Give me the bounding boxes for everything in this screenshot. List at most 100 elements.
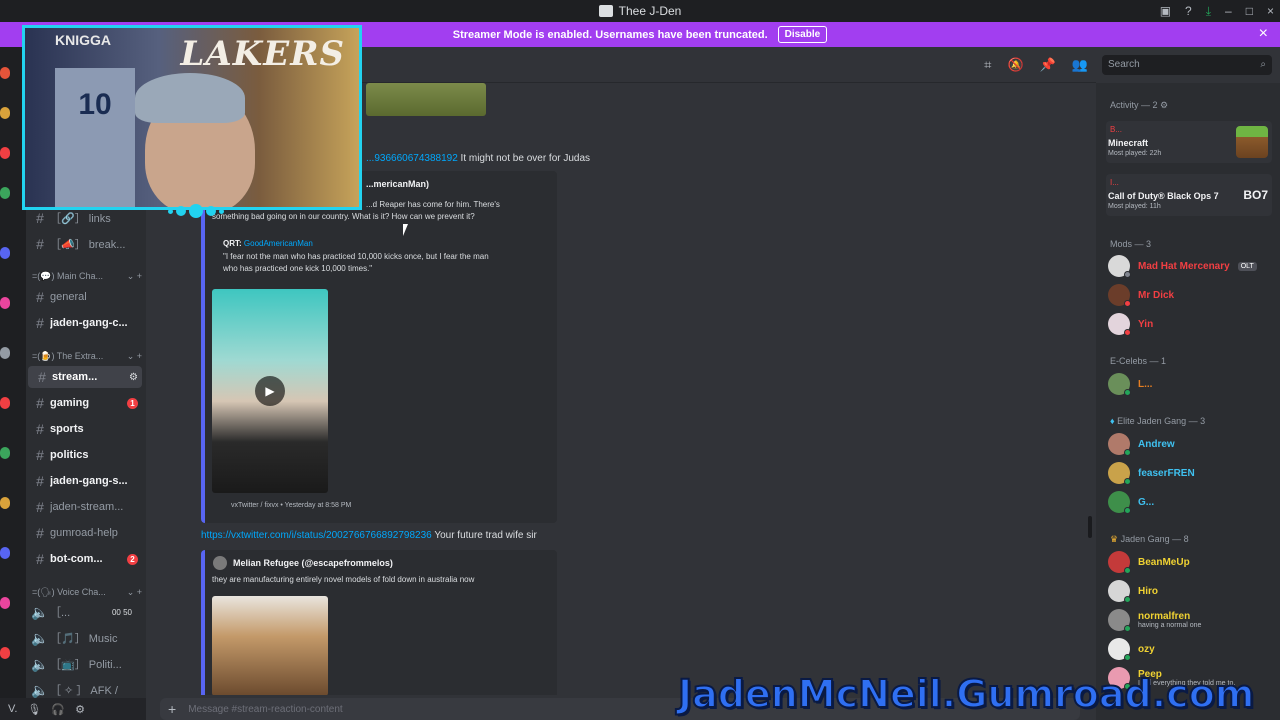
member-item[interactable]: Mr Dick <box>1108 282 1276 308</box>
server-icon[interactable] <box>0 597 10 609</box>
channel-stream-reaction[interactable]: # stream... ⚙ <box>28 366 142 388</box>
channel-general[interactable]: # general <box>26 286 146 308</box>
pinned-messages-icon[interactable]: 📌 <box>1040 57 1056 73</box>
message-link[interactable]: https://vxtwitter.com/i/status/200276676… <box>201 530 432 541</box>
member-list-icon[interactable]: 👥 <box>1072 57 1088 73</box>
quote-header: QRT: GoodAmericanMan <box>223 238 313 250</box>
channel-jaden-gang-c[interactable]: ●#jaden-gang-c... <box>26 312 146 334</box>
inbox-icon[interactable]: ▣ <box>1160 4 1171 18</box>
user-panel: V. 🎙 🎧 ⚙ <box>0 698 146 720</box>
search-input[interactable]: Search ⌕ <box>1102 55 1272 75</box>
activity-game: Call of Duty® Black Ops 7 <box>1108 191 1219 201</box>
add-channel-icon[interactable]: ⌄ + <box>127 271 142 282</box>
server-icon[interactable] <box>0 67 10 79</box>
video-thumbnail[interactable] <box>212 596 328 695</box>
user-settings-icon[interactable]: ⚙ <box>75 703 85 716</box>
gear-icon[interactable]: ⚙ <box>1160 100 1168 110</box>
add-attachment-icon[interactable]: + <box>168 701 176 717</box>
category-main-chat[interactable]: =(💬) Main Cha... ⌄ + <box>32 271 142 282</box>
server-icon[interactable] <box>0 187 10 199</box>
voice-channel[interactable]: 🔈 ［... 00 50 <box>26 601 146 623</box>
server-icon[interactable] <box>0 147 10 159</box>
help-icon[interactable]: ? <box>1185 4 1192 18</box>
server-icon[interactable] <box>0 447 10 459</box>
channel-sports[interactable]: ●#sports <box>26 418 146 440</box>
hash-icon: # <box>36 551 44 567</box>
server-icon[interactable] <box>0 397 10 409</box>
channel-politics[interactable]: ●#politics <box>26 444 146 466</box>
activity-card[interactable]: I... Call of Duty® Black Ops 7 Most play… <box>1106 174 1272 216</box>
channel-gaming[interactable]: ●#gaming1 <box>26 392 146 414</box>
hash-icon: # <box>36 315 44 331</box>
close-window-icon[interactable]: × <box>1267 4 1274 18</box>
message-link[interactable]: ...936660674388192 <box>366 153 458 164</box>
member-item[interactable]: L... <box>1108 371 1276 397</box>
jersey-text: KNIGGA <box>55 32 111 48</box>
server-icon[interactable] <box>0 647 10 659</box>
gumroad-overlay-text: JadenMcNeil.Gumroad.com <box>677 671 1255 717</box>
microphone-icon[interactable]: 🎙 <box>27 703 41 716</box>
activity-played: Most played: 11h <box>1108 203 1161 210</box>
server-icon[interactable] <box>0 107 10 119</box>
member-item[interactable]: Yin <box>1108 311 1276 337</box>
voice-channel-politics[interactable]: 🔈 ［📺］ Politi... <box>26 653 146 675</box>
hash-icon: # <box>36 236 44 252</box>
window-title-text: Thee J-Den <box>618 4 682 18</box>
member-item[interactable]: BeanMeUp <box>1108 549 1276 575</box>
server-icon[interactable] <box>0 547 10 559</box>
settings-gear-icon[interactable]: ⚙ <box>129 372 138 383</box>
member-item[interactable]: G... <box>1108 489 1276 515</box>
server-icon[interactable] <box>0 297 10 309</box>
close-banner-icon[interactable]: × <box>1259 25 1268 43</box>
embed-image[interactable] <box>366 83 486 116</box>
member-item[interactable]: Hiro <box>1108 578 1276 604</box>
channel-gumroad-help[interactable]: # gumroad-help <box>26 522 146 544</box>
notification-bell-icon[interactable]: 🔕 <box>1007 57 1023 73</box>
scrollbar[interactable] <box>1088 516 1092 538</box>
qrt-author-link[interactable]: GoodAmericanMan <box>244 239 313 248</box>
maximize-icon[interactable]: □ <box>1246 4 1253 18</box>
embed-author[interactable]: ...mericanMan) <box>366 179 429 189</box>
activity-card[interactable]: B... Minecraft Most played: 22h <box>1106 121 1272 163</box>
video-thumbnail[interactable]: ▶ <box>212 289 328 493</box>
channel-break[interactable]: # ［📣］ break... <box>26 233 146 255</box>
channel-links[interactable]: # ［🔗］ links <box>26 207 146 229</box>
server-icon[interactable] <box>0 247 10 259</box>
embed-body-line: they are manufacturing entirely novel mo… <box>212 575 475 584</box>
add-channel-icon[interactable]: ⌄ + <box>127 351 142 362</box>
member-name: Andrew <box>1138 438 1175 450</box>
member-item[interactable]: ozy <box>1108 636 1276 662</box>
category-voice-chat[interactable]: =(🗣) Voice Cha... ⌄ + <box>32 587 142 598</box>
member-item[interactable]: Mad Hat Mercenary OLT <box>1108 253 1276 279</box>
member-name: Mr Dick <box>1138 289 1175 301</box>
quote-line: who has practiced one kick 10,000 times.… <box>223 264 373 273</box>
speaker-icon: 🔈 <box>31 603 49 620</box>
username[interactable]: V. <box>8 703 17 715</box>
voice-channel-music[interactable]: 🔈 ［🎵］ Music <box>26 627 146 649</box>
channel-jaden-gang-s[interactable]: ●#jaden-gang-s... <box>26 470 146 492</box>
member-item[interactable]: normalfren having a normal one <box>1108 607 1276 633</box>
server-icon[interactable] <box>0 347 10 359</box>
tweet-embed: ...mericanMan) ...d Reaper has come for … <box>201 171 557 523</box>
window-controls: ▣ ? ⤓ – □ × <box>1160 0 1274 22</box>
avatar <box>1108 551 1131 574</box>
add-channel-icon[interactable]: ⌄ + <box>127 587 142 598</box>
activity-header: Activity — 2 ⚙ <box>1110 100 1169 110</box>
play-icon[interactable]: ▶ <box>255 376 285 406</box>
member-item[interactable]: Andrew <box>1108 431 1276 457</box>
headphones-icon[interactable]: 🎧 <box>51 703 65 716</box>
black-ops-logo: BO7 <box>1243 188 1268 202</box>
minimize-icon[interactable]: – <box>1225 4 1232 18</box>
channel-bot-com[interactable]: ●#bot-com...2 <box>26 548 146 570</box>
server-icon[interactable] <box>0 497 10 509</box>
threads-icon[interactable]: ⌗ <box>984 57 991 73</box>
member-item[interactable]: feaserFREN <box>1108 460 1276 486</box>
embed-author[interactable]: Melian Refugee (@escapefrommelos) <box>233 558 393 568</box>
channel-jaden-stream[interactable]: # jaden-stream... <box>26 496 146 518</box>
download-icon[interactable]: ⤓ <box>1206 4 1211 19</box>
disable-button[interactable]: Disable <box>777 26 828 43</box>
mention-badge: 1 <box>127 397 138 409</box>
avatar <box>1108 638 1131 661</box>
category-the-extra[interactable]: =(🍺) The Extra... ⌄ + <box>32 351 142 362</box>
member-name: Yin <box>1138 318 1154 330</box>
